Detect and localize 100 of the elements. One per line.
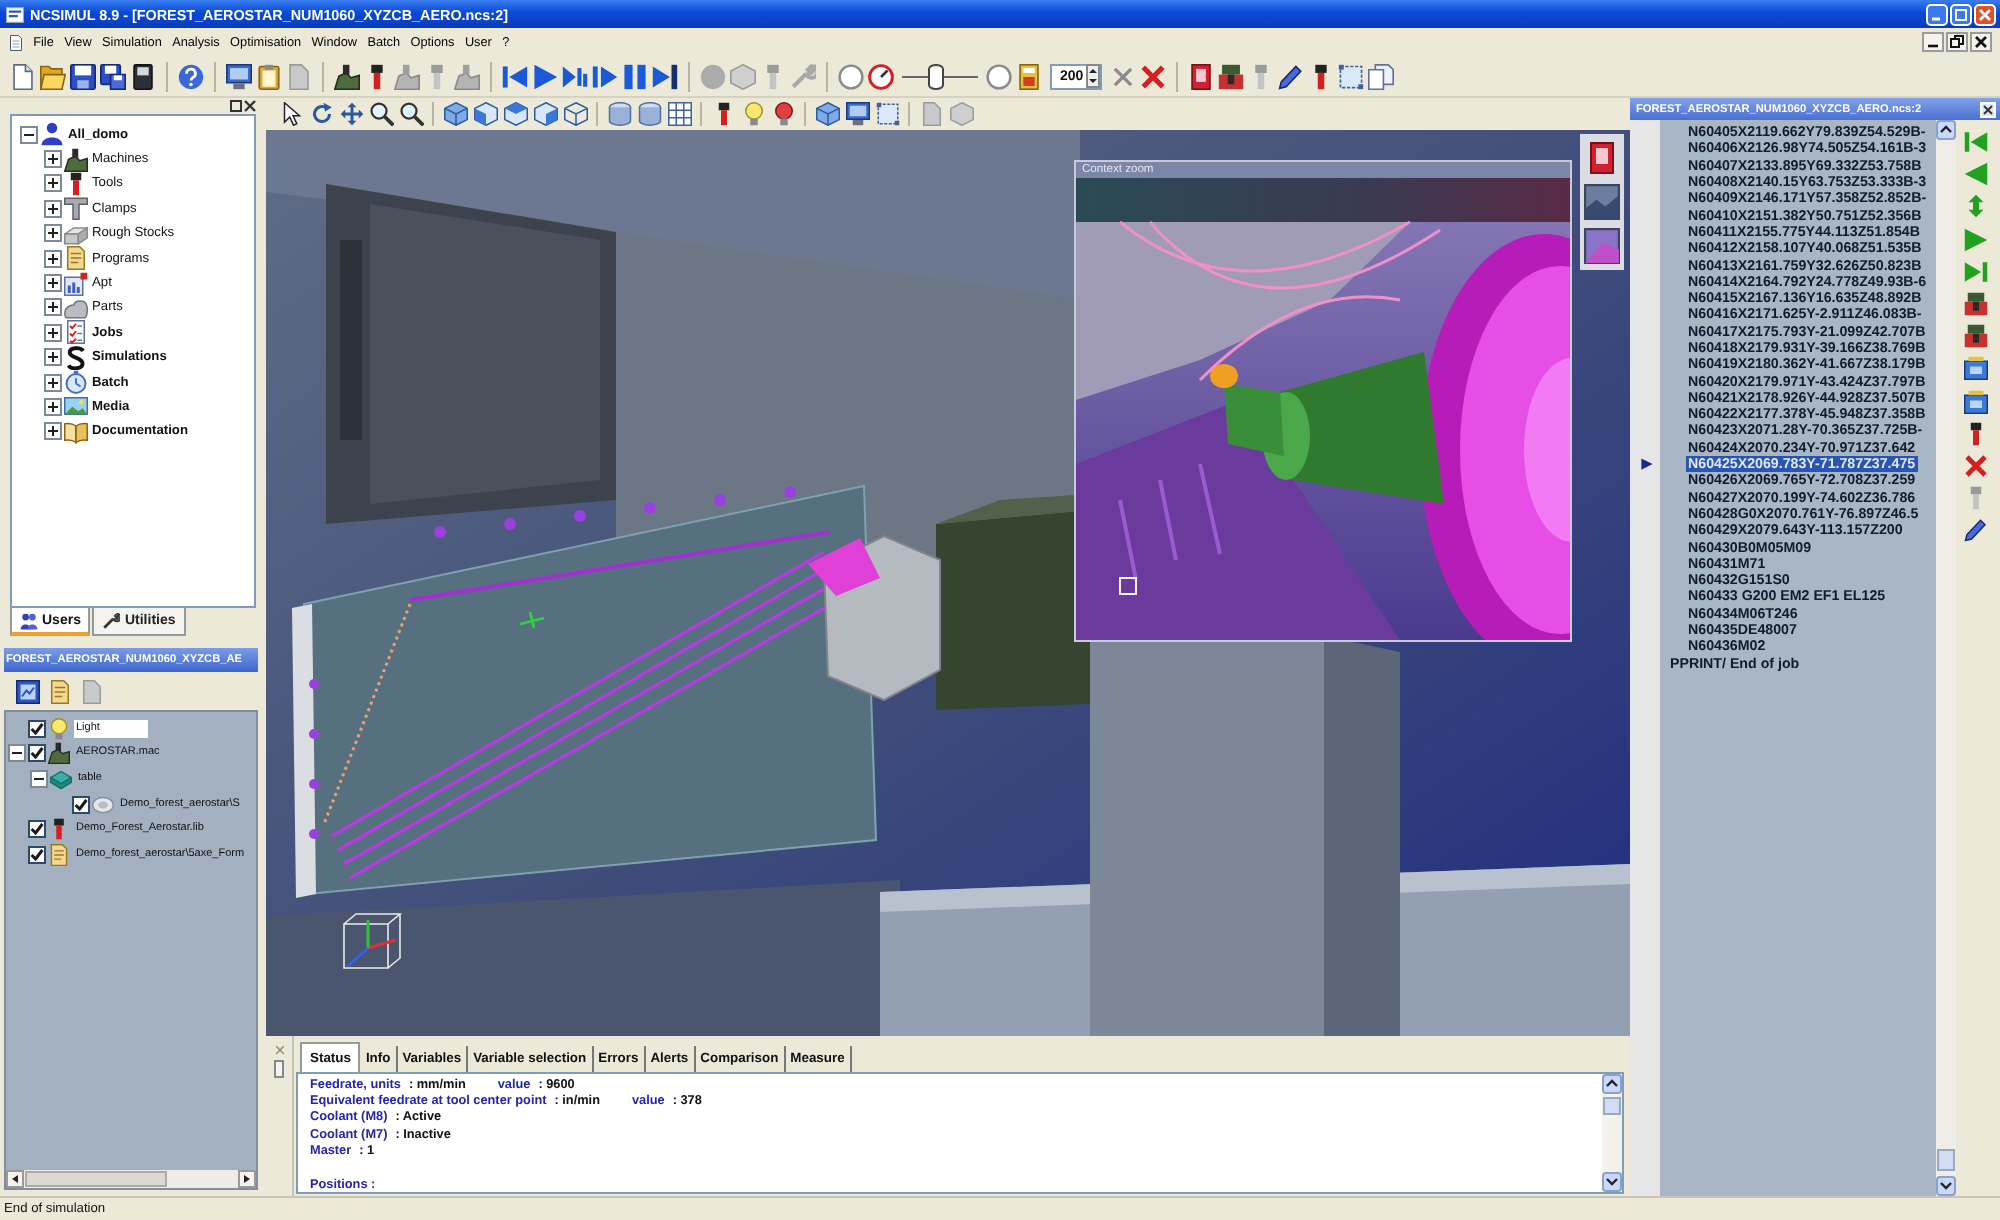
cube-icon[interactable] xyxy=(503,102,527,126)
checklist-icon xyxy=(64,320,88,345)
close-button[interactable] xyxy=(1970,32,1992,52)
expand-icon[interactable] xyxy=(44,224,62,243)
monitor-icon[interactable] xyxy=(845,102,869,126)
chart-icon xyxy=(64,271,88,296)
machine-icon[interactable] xyxy=(334,63,360,89)
skip-start-icon[interactable] xyxy=(502,63,528,89)
pan-icon[interactable] xyxy=(339,102,363,126)
maximize-button[interactable] xyxy=(1950,3,1972,25)
cube-icon[interactable] xyxy=(473,102,497,126)
cylinder-icon[interactable] xyxy=(607,102,631,126)
open-folder-icon[interactable] xyxy=(40,63,66,89)
machine-icon[interactable] xyxy=(1964,291,1988,316)
cube-icon[interactable] xyxy=(815,102,839,126)
skip-end-icon[interactable] xyxy=(652,63,678,89)
first-icon[interactable] xyxy=(1964,130,1988,154)
tool-icon xyxy=(48,818,70,841)
cross-icon[interactable] xyxy=(1109,63,1136,89)
s-curve-icon xyxy=(64,345,88,370)
box-icon[interactable] xyxy=(1964,389,1988,413)
new-file-icon[interactable] xyxy=(10,63,36,89)
expand-icon[interactable] xyxy=(44,422,62,441)
block-icon xyxy=(64,221,88,246)
document-icon[interactable] xyxy=(1586,140,1618,176)
expand-icon[interactable] xyxy=(44,348,62,367)
clipboard-icon[interactable] xyxy=(256,63,282,89)
step-icon[interactable] xyxy=(562,63,588,89)
radio-icon[interactable] xyxy=(986,63,1012,89)
checkbox[interactable] xyxy=(28,845,46,864)
checkbox[interactable] xyxy=(28,744,46,763)
thumbnail-icon[interactable] xyxy=(1584,184,1620,220)
document-icon xyxy=(64,246,88,271)
book-icon xyxy=(64,419,88,444)
document-icon[interactable] xyxy=(1187,63,1214,89)
forward-icon[interactable] xyxy=(1964,227,1988,252)
checkbox[interactable] xyxy=(72,795,90,814)
calculator-icon[interactable] xyxy=(1016,63,1042,89)
expand-icon[interactable] xyxy=(44,174,62,193)
vertical-scrollbar[interactable] xyxy=(1602,1074,1622,1192)
pencil-icon[interactable] xyxy=(1964,518,1988,543)
play-icon[interactable] xyxy=(532,63,558,89)
expand-icon[interactable] xyxy=(44,373,62,392)
expand-icon[interactable] xyxy=(44,199,62,218)
pencil-icon[interactable] xyxy=(1277,63,1304,89)
vertical-scrollbar[interactable] xyxy=(1936,120,1956,1196)
cross-icon[interactable] xyxy=(1139,63,1166,89)
expand-icon[interactable] xyxy=(44,298,62,317)
collapse-icon[interactable] xyxy=(8,744,26,763)
gauge-icon[interactable] xyxy=(868,63,894,89)
expand-icon[interactable] xyxy=(44,397,62,416)
documents-icon[interactable] xyxy=(1367,63,1394,89)
graph-icon[interactable] xyxy=(16,679,40,703)
spinner-arrows-icon[interactable] xyxy=(1085,64,1100,88)
help-icon[interactable] xyxy=(178,63,204,89)
collapse-icon[interactable] xyxy=(30,769,48,788)
collapse-icon[interactable] xyxy=(20,125,38,144)
dock-handle[interactable] xyxy=(274,1060,284,1078)
minimize-button[interactable] xyxy=(1922,32,1944,52)
close-icon[interactable] xyxy=(1980,101,1996,117)
pointer-icon[interactable] xyxy=(279,102,303,126)
restore-button[interactable] xyxy=(1946,32,1968,52)
save-as-icon[interactable] xyxy=(100,63,126,89)
grid-icon[interactable] xyxy=(667,102,691,126)
up-down-icon[interactable] xyxy=(1964,194,1988,219)
machine-icon[interactable] xyxy=(1217,63,1244,89)
zoom-icon[interactable] xyxy=(369,102,393,126)
save-icon[interactable] xyxy=(70,63,96,89)
close-icon[interactable] xyxy=(244,100,256,112)
expand-icon[interactable] xyxy=(44,249,62,268)
axis-triad-icon xyxy=(343,913,403,969)
horizontal-scrollbar[interactable] xyxy=(6,1170,256,1188)
cross-icon[interactable] xyxy=(1964,453,1988,478)
restore-icon[interactable] xyxy=(230,100,242,112)
pause-icon[interactable] xyxy=(622,63,648,89)
thumbnail-icon[interactable] xyxy=(1584,228,1620,264)
rotate-icon[interactable] xyxy=(309,102,333,126)
frame-icon[interactable] xyxy=(875,102,899,126)
stopwatch-icon xyxy=(64,370,88,395)
box-icon[interactable] xyxy=(1964,356,1988,381)
expand-icon[interactable] xyxy=(44,274,62,293)
monitor-icon[interactable] xyxy=(226,63,252,89)
step-forward-icon[interactable] xyxy=(592,63,618,89)
checkbox[interactable] xyxy=(28,719,46,738)
landscape-icon xyxy=(64,394,88,419)
cube-icon[interactable] xyxy=(443,102,467,126)
expand-icon[interactable] xyxy=(44,150,62,169)
machine-icon xyxy=(48,742,70,765)
expand-icon[interactable] xyxy=(44,323,62,342)
light-bulb-icon[interactable] xyxy=(771,102,795,126)
cube-icon[interactable] xyxy=(533,102,557,126)
cube-icon[interactable] xyxy=(563,102,587,126)
back-icon[interactable] xyxy=(1964,162,1988,187)
cylinder-icon[interactable] xyxy=(637,102,661,126)
frame-icon[interactable] xyxy=(1337,63,1364,89)
zoom-icon[interactable] xyxy=(399,102,423,126)
radio-icon[interactable] xyxy=(838,63,864,89)
checkbox[interactable] xyxy=(28,820,46,839)
machine-icon[interactable] xyxy=(1964,324,1988,349)
slider-thumb[interactable] xyxy=(928,63,945,89)
